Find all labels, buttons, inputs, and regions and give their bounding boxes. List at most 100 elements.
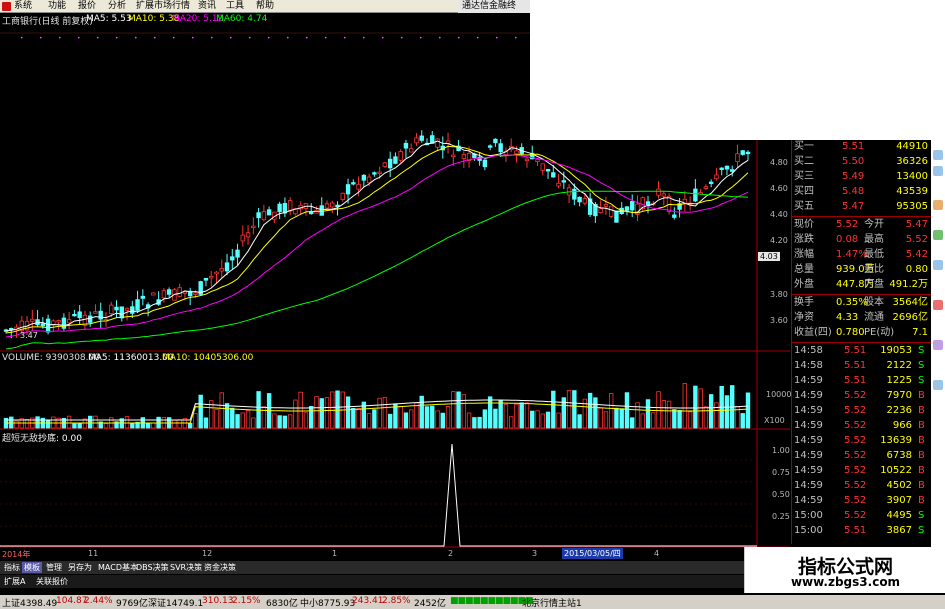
volume-bar: [514, 403, 519, 429]
candle-body: [151, 292, 156, 296]
candle-body: [40, 323, 46, 327]
volume-bar: [651, 412, 656, 429]
tool-icon[interactable]: [933, 340, 943, 350]
tab-save-as[interactable]: 另存为: [66, 562, 94, 573]
volume-bar: [72, 423, 77, 429]
candle-body: [540, 163, 545, 171]
tab-dbs[interactable]: DBS决策: [134, 562, 171, 573]
candle-body: [240, 234, 246, 242]
volume-bar: [409, 409, 414, 429]
menu-info[interactable]: 资讯: [198, 0, 216, 13]
tab-extension-a[interactable]: 扩展A: [2, 576, 27, 587]
tab-svr[interactable]: SVR决策: [168, 562, 204, 573]
flag-icon[interactable]: [933, 300, 943, 310]
brand-title: 通达信金融终: [458, 0, 530, 13]
volume-bar: [324, 397, 330, 429]
watermark-url: www.zbgs3.com: [790, 575, 901, 589]
candle-body: [419, 135, 424, 141]
arrow-up-icon[interactable]: [933, 380, 943, 390]
candle-body: [714, 174, 719, 180]
candle-body: [93, 311, 98, 314]
server-name[interactable]: 北京行情主站1: [522, 596, 582, 609]
candle-body: [740, 150, 745, 155]
price-tick: 4.40: [770, 210, 788, 219]
volume-bar: [666, 400, 672, 429]
volume-bar: [87, 415, 93, 429]
tab-related-quote[interactable]: 关联报价: [34, 576, 70, 587]
volume-bar: [545, 411, 551, 429]
sh-amount: 9769亿: [116, 599, 148, 609]
menu-tools[interactable]: 工具: [226, 0, 244, 13]
tab-indicator[interactable]: 指标: [2, 562, 22, 573]
date-tick: 11: [88, 549, 99, 558]
candle-body: [493, 138, 498, 144]
candle-body: [382, 162, 388, 167]
volume-bar: [35, 416, 40, 429]
menu-extended-market[interactable]: 扩展市场行情: [136, 0, 190, 13]
stat-row: 涨幅 1.47% 最低 5.42: [794, 249, 928, 260]
volume-bar: [172, 419, 177, 429]
candle-body: [372, 172, 377, 175]
candle-body: [330, 202, 335, 208]
volume-bar: [145, 422, 151, 429]
volume-bar: [224, 403, 230, 429]
quote-panel: 买一 5.51 44910 买二 5.50 36326 买三 5.49 13400 买四 5.48 4…: [791, 140, 932, 544]
tab-template[interactable]: 模板: [22, 562, 42, 573]
volume-bar: [309, 406, 314, 429]
volume-bar: [230, 407, 235, 429]
side-toolbar: [931, 140, 945, 550]
price-tick: 4.20: [770, 236, 788, 245]
marker-dot: •: [267, 35, 271, 42]
price-tick: 4.80: [770, 158, 788, 167]
tick-row: 14:58 5.51 19053 S: [794, 345, 925, 356]
zoom-in-icon[interactable]: [933, 150, 943, 160]
volume-bar: [630, 417, 635, 429]
candle-body: [277, 203, 282, 213]
candle-body: [708, 181, 714, 184]
candle-body: [598, 208, 603, 213]
tab-manage[interactable]: 管理: [44, 562, 64, 573]
sz-index[interactable]: 深证14749.1: [148, 596, 203, 609]
grid-icon[interactable]: [933, 260, 943, 270]
volume-bar: [482, 409, 488, 429]
volume-bar: [187, 422, 193, 429]
volume-bar: [682, 383, 688, 429]
marker-dot: •: [419, 35, 423, 42]
marker-dot: •: [172, 35, 176, 42]
tick-row: 15:00 5.52 4495 S: [794, 510, 925, 521]
marker-dot: •: [39, 35, 43, 42]
bid-row: 买三 5.49 13400: [794, 171, 928, 182]
menu-system[interactable]: 系统: [14, 0, 32, 13]
candle-body: [735, 153, 740, 162]
list-icon[interactable]: [933, 230, 943, 240]
sme-index[interactable]: 中小8775.93: [300, 596, 355, 609]
zoom-out-icon[interactable]: [933, 166, 943, 176]
menu-analysis[interactable]: 分析: [108, 0, 126, 13]
candle-body: [287, 200, 293, 212]
date-tick: 4: [654, 549, 660, 558]
candle-body: [630, 201, 635, 211]
chart-icon[interactable]: [933, 200, 943, 210]
candle-body: [724, 165, 730, 170]
indicator-value: 抄底: 0.00: [38, 434, 82, 444]
volume-bar: [45, 420, 51, 429]
candle-body: [435, 138, 440, 148]
sh-index[interactable]: 上证4398.49: [2, 596, 57, 609]
candle-body: [545, 168, 551, 172]
stat-row: 涨跌 0.08 最高 5.52: [794, 234, 928, 245]
volume-bar: [430, 405, 435, 429]
candle-body: [656, 188, 661, 196]
menu-help[interactable]: 帮助: [256, 0, 274, 13]
candle-body: [366, 176, 372, 184]
menu-quote[interactable]: 报价: [78, 0, 96, 13]
volume-bar: [640, 413, 645, 429]
candle-body: [30, 318, 35, 322]
indicator-name: 超短无敌: [2, 434, 39, 444]
marker-dot: •: [343, 35, 347, 42]
marker-dot: •: [153, 35, 157, 42]
marker-dot: •: [210, 35, 214, 42]
menu-function[interactable]: 功能: [48, 0, 66, 13]
volume-bar: [319, 398, 324, 429]
tab-fund[interactable]: 资金决策: [202, 562, 238, 573]
price-tick: 3.60: [770, 316, 788, 325]
